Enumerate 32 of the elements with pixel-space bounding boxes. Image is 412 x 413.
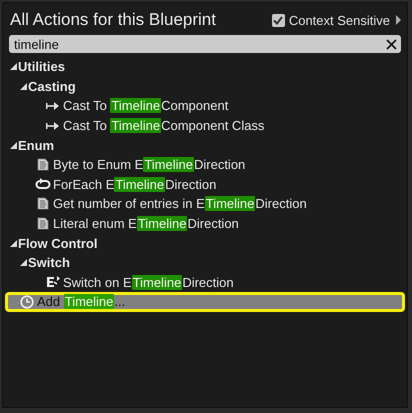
action-item[interactable]: Get number of entries in ETimelineDirection	[5, 194, 405, 214]
context-sensitive-label: Context Sensitive	[288, 12, 390, 28]
cast-arrow-icon	[46, 102, 60, 110]
action-item[interactable]: Switch on ETimelineDirection	[5, 272, 405, 292]
context-sensitive-checkbox[interactable]	[272, 14, 285, 26]
category-label[interactable]: Enum	[18, 138, 54, 153]
close-icon[interactable]	[386, 38, 397, 50]
expand-arrow-icon[interactable]	[10, 142, 17, 149]
category-label[interactable]: Utilities	[18, 59, 65, 74]
action-item[interactable]: Cast To TimelineComponent	[5, 96, 405, 116]
search-field[interactable]: timeline	[9, 35, 401, 53]
window-title: All Actions for this Blueprint	[10, 10, 216, 30]
loop-icon	[35, 178, 51, 190]
cast-arrow-icon	[46, 122, 60, 130]
category-label[interactable]: Switch	[28, 255, 70, 270]
action-item[interactable]: Add Timeline...	[5, 292, 405, 312]
action-item[interactable]: Byte to Enum ETimelineDirection	[5, 154, 405, 175]
switch-icon	[45, 275, 61, 290]
expand-right-icon[interactable]	[396, 15, 401, 25]
expand-arrow-icon[interactable]	[10, 240, 17, 247]
document-icon	[37, 158, 49, 172]
category-label[interactable]: Flow Control	[18, 236, 98, 251]
action-item[interactable]: ForEach ETimelineDirection	[5, 174, 405, 194]
action-item[interactable]: Literal enum ETimelineDirection	[5, 214, 405, 234]
expand-arrow-icon[interactable]	[20, 259, 27, 266]
document-icon	[37, 217, 49, 230]
category-label[interactable]: Casting	[28, 78, 76, 94]
clock-icon	[20, 294, 34, 309]
expand-arrow-icon[interactable]	[10, 63, 17, 70]
document-icon	[37, 197, 49, 210]
action-item[interactable]: Cast To TimelineComponent Class	[5, 116, 405, 136]
expand-arrow-icon[interactable]	[20, 82, 27, 90]
